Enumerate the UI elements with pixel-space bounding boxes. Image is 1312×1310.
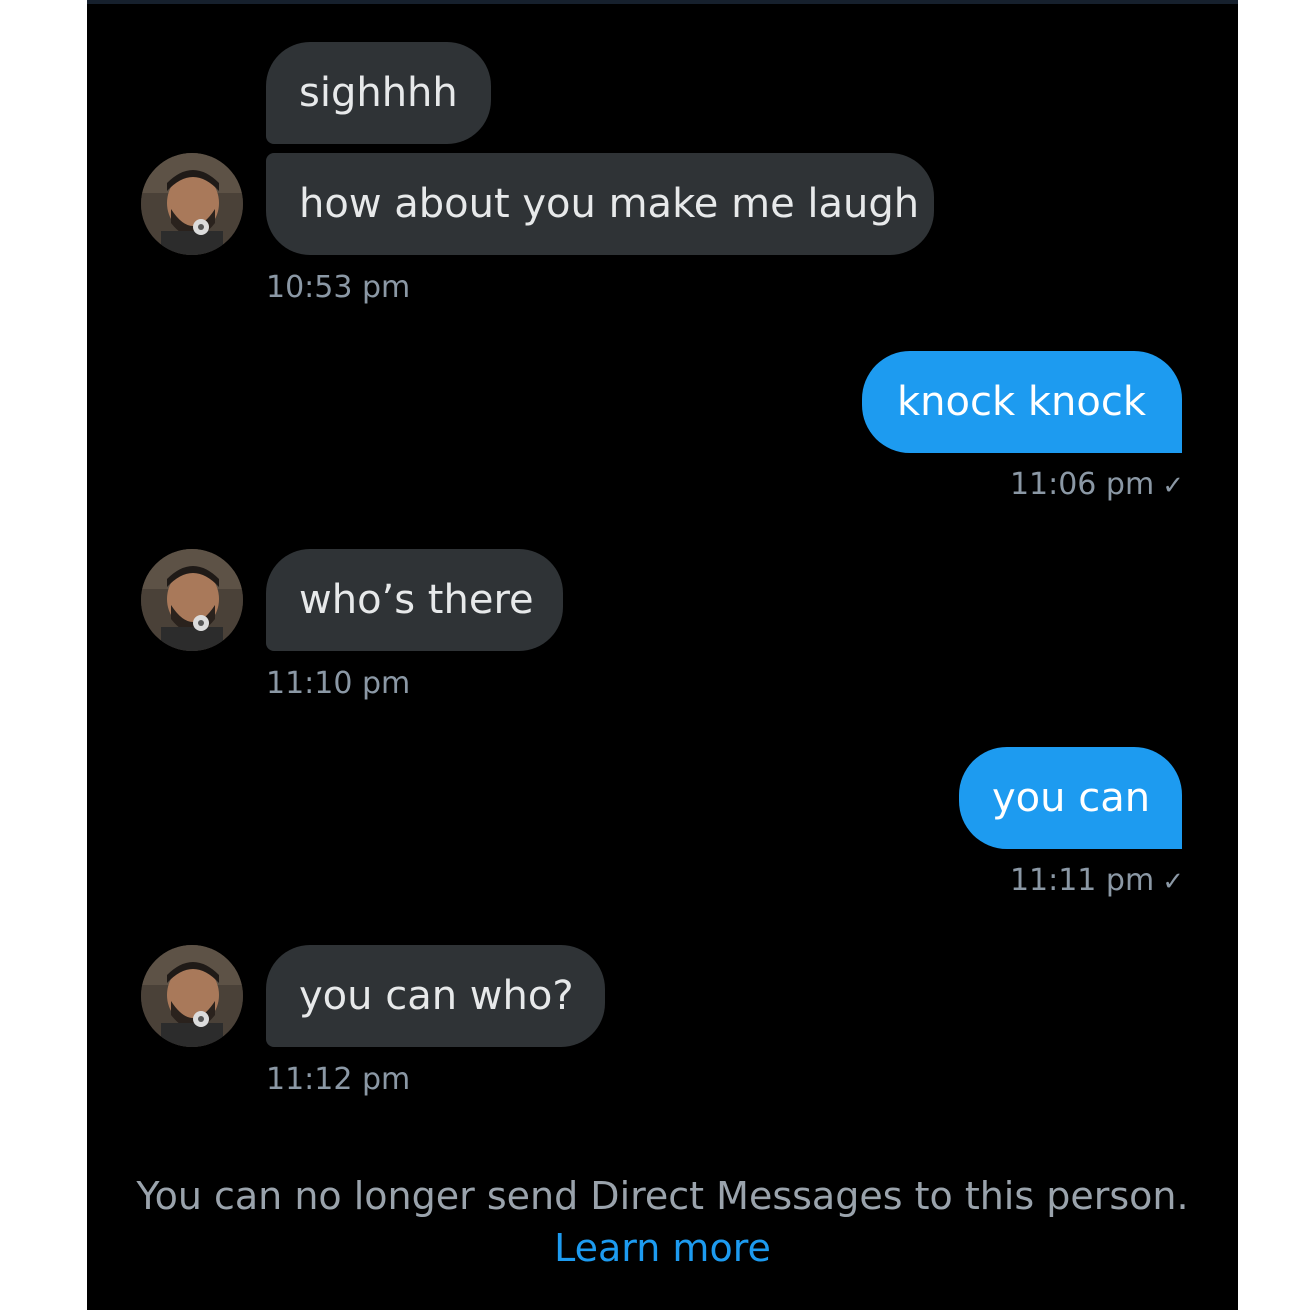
message-text: you can who? <box>299 973 574 1019</box>
contact-avatar[interactable] <box>141 945 243 1047</box>
message-timestamp: 11:11 pm ✓ <box>1010 863 1184 898</box>
avatar-image <box>141 945 243 1047</box>
avatar-image <box>141 153 243 255</box>
outgoing-message-bubble[interactable]: knock knock <box>862 351 1182 453</box>
message-text: how about you make me laugh <box>299 181 920 227</box>
message-timestamp: 11:06 pm ✓ <box>1010 467 1184 502</box>
message-text: who’s there <box>299 577 534 623</box>
learn-more-link[interactable]: Learn more <box>87 1226 1238 1270</box>
dm-disabled-notice: You can no longer send Direct Messages t… <box>136 1174 1189 1218</box>
outgoing-message-bubble[interactable]: you can <box>959 747 1182 849</box>
message-text: you can <box>992 775 1151 821</box>
incoming-message-bubble[interactable]: how about you make me laugh <box>266 153 934 255</box>
timestamp-text: 11:06 pm <box>1009 467 1155 502</box>
message-text: knock knock <box>896 379 1146 425</box>
message-timestamp: 10:53 pm <box>266 270 411 305</box>
message-timestamp: 11:12 pm <box>266 1062 411 1097</box>
timestamp-text: 11:11 pm <box>1009 863 1155 898</box>
read-check-icon: ✓ <box>1162 867 1184 897</box>
incoming-message-bubble[interactable]: sighhhh <box>266 42 491 144</box>
incoming-message-bubble[interactable]: you can who? <box>266 945 605 1047</box>
contact-avatar[interactable] <box>141 549 243 651</box>
message-timestamp: 11:10 pm <box>266 666 411 701</box>
contact-avatar[interactable] <box>141 153 243 255</box>
incoming-message-bubble[interactable]: who’s there <box>266 549 563 651</box>
read-check-icon: ✓ <box>1162 471 1184 501</box>
message-text: sighhhh <box>299 70 458 116</box>
avatar-image <box>141 549 243 651</box>
dm-conversation: sighhhh how about you make me laugh 10:5… <box>87 0 1238 1310</box>
